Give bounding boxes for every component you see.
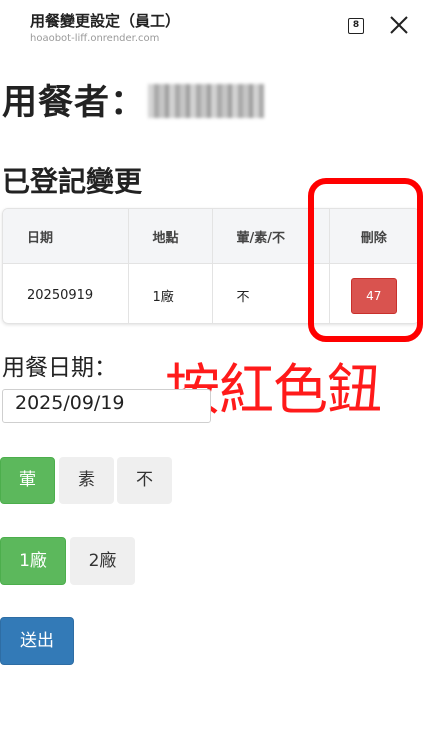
changes-title: 已登記變更	[2, 165, 143, 198]
annotation-highlight-frame	[308, 178, 423, 342]
close-icon[interactable]	[388, 14, 410, 36]
meal-option-none[interactable]: 不	[117, 457, 172, 504]
title-bar: 用餐變更設定（員工） hoaobot-liff.onrender.com 8	[0, 0, 429, 52]
location-option-1[interactable]: 1廠	[0, 537, 66, 585]
date-input[interactable]: 2025/09/19	[2, 389, 211, 423]
header-date: 日期	[3, 209, 129, 264]
location-option-2[interactable]: 2廠	[70, 537, 135, 585]
diner-label: 用餐者：	[2, 83, 147, 123]
header-location: 地點	[128, 209, 213, 264]
cell-location: 1廠	[128, 263, 213, 323]
diner-name-blurred	[148, 84, 265, 118]
date-label: 用餐日期：	[2, 355, 117, 381]
meal-option-meat[interactable]: 葷	[0, 457, 55, 504]
app-url: hoaobot-liff.onrender.com	[30, 33, 160, 44]
cell-date: 20250919	[3, 263, 129, 323]
submit-button[interactable]: 送出	[0, 617, 74, 665]
meal-option-veg[interactable]: 素	[59, 457, 114, 504]
tab-count-icon[interactable]: 8	[348, 18, 364, 34]
app-title: 用餐變更設定（員工）	[30, 12, 181, 30]
diner-heading: 用餐者：	[2, 74, 265, 125]
